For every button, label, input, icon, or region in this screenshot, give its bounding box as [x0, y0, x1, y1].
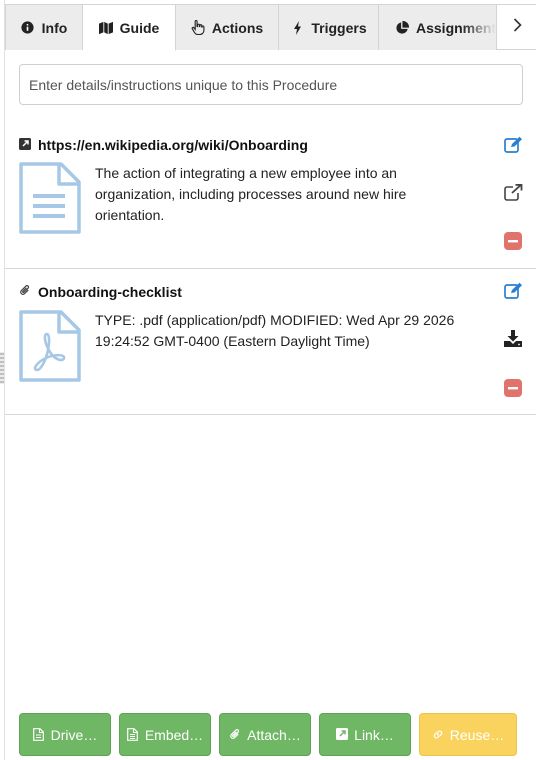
paperclip-icon [19, 284, 31, 300]
edit-item-button[interactable] [503, 282, 523, 304]
reuse-button[interactable]: Reuse… [419, 713, 517, 756]
tab-bar: Info Guide Actions Triggers Assignment [5, 4, 536, 51]
link-button[interactable]: Link… [319, 713, 411, 756]
document-icon[interactable] [19, 162, 81, 234]
tab-label: Info [41, 19, 68, 36]
item-title[interactable]: https://en.wikipedia.org/wiki/Onboarding [38, 137, 308, 153]
button-label: Reuse… [449, 726, 505, 743]
procedure-panel: Info Guide Actions Triggers Assignment E… [4, 0, 536, 760]
tab-info[interactable]: Info [5, 4, 83, 50]
info-circle-icon [21, 21, 35, 35]
remove-icon [504, 378, 522, 402]
guide-item-link: https://en.wikipedia.org/wiki/Onboarding… [5, 124, 536, 269]
button-label: Embed… [144, 726, 204, 743]
guide-item-attachment: Onboarding-checklist TYPE: .pdf (applica… [5, 269, 536, 415]
edit-item-button[interactable] [503, 136, 523, 158]
download-icon [504, 330, 522, 352]
item-description: The action of integrating a new employee… [95, 165, 407, 223]
item-title[interactable]: Onboarding-checklist [38, 284, 182, 300]
edit-icon [503, 136, 523, 158]
remove-item-button[interactable] [503, 378, 523, 402]
tab-triggers[interactable]: Triggers [279, 4, 379, 50]
link-icon [432, 728, 444, 741]
remove-item-button[interactable] [503, 231, 523, 255]
pie-chart-icon [395, 20, 409, 35]
map-icon [98, 21, 113, 35]
pointer-hand-icon [191, 20, 205, 35]
button-label: Drive… [50, 726, 98, 743]
item-header: Onboarding-checklist [19, 284, 182, 300]
tab-scroll-next[interactable] [497, 4, 536, 49]
tab-label: Actions [211, 19, 264, 36]
embed-button[interactable]: Embed… [119, 713, 211, 756]
tab-label: Assignment [416, 19, 497, 36]
edit-icon [503, 282, 523, 304]
file-icon [32, 728, 45, 741]
item-description: TYPE: .pdf (application/pdf) MODIFIED: W… [95, 312, 455, 349]
button-label: Attach… [247, 726, 301, 743]
pdf-document-icon[interactable] [19, 310, 81, 382]
tab-label: Guide [119, 19, 160, 36]
add-content-buttons: Drive… Embed… Attach… Link… Reuse… [19, 713, 523, 756]
remove-icon [504, 231, 522, 255]
item-header: https://en.wikipedia.org/wiki/Onboarding [19, 137, 308, 153]
attach-button[interactable]: Attach… [219, 713, 311, 756]
external-link-square-icon [19, 137, 31, 153]
procedure-instructions-input[interactable] [19, 64, 523, 105]
external-link-square-icon [336, 728, 349, 741]
tab-label: Triggers [311, 19, 367, 36]
paperclip-icon [229, 728, 241, 741]
button-label: Link… [354, 726, 394, 743]
download-button[interactable] [503, 330, 523, 352]
chevron-right-icon [513, 17, 522, 37]
tab-assignment[interactable]: Assignment [379, 4, 497, 50]
drive-button[interactable]: Drive… [19, 713, 111, 756]
tab-guide[interactable]: Guide [83, 4, 176, 51]
tab-actions[interactable]: Actions [176, 4, 279, 50]
open-link-button[interactable] [503, 183, 523, 206]
open-external-icon [503, 183, 523, 206]
file-text-icon [126, 728, 139, 741]
bolt-icon [290, 20, 304, 35]
